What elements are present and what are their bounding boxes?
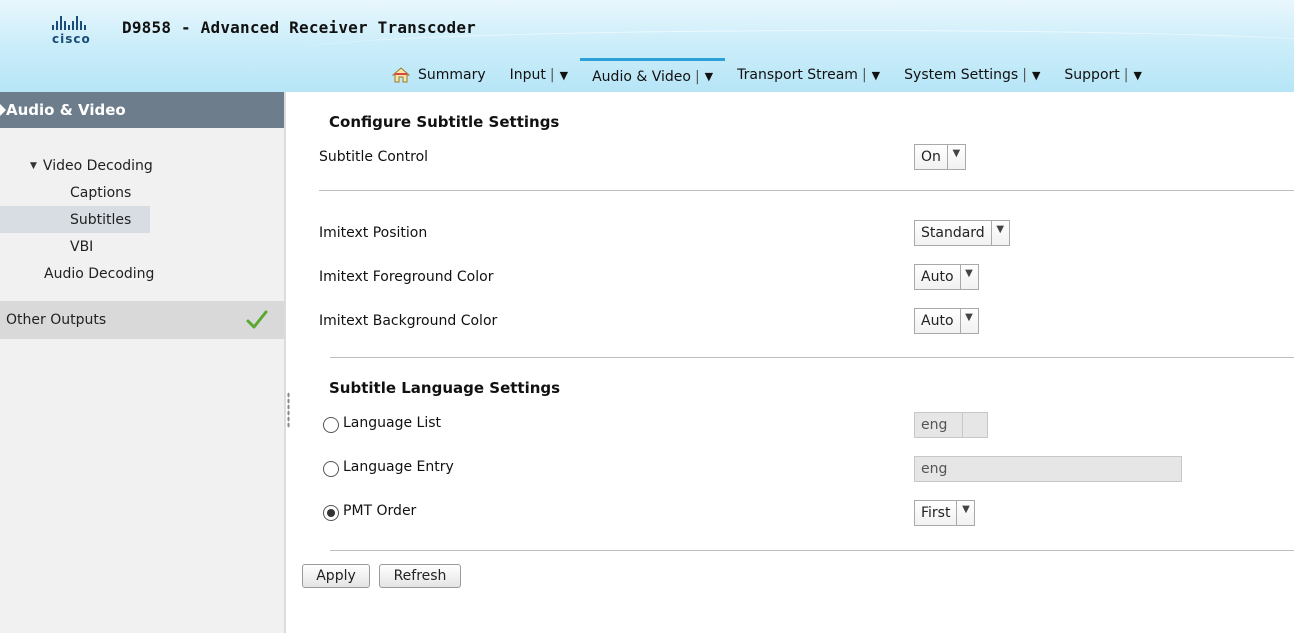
nav-transport-stream-label: Transport Stream [737, 67, 858, 83]
subtitle-language-heading: Subtitle Language Settings [329, 379, 561, 397]
check-icon [246, 310, 268, 329]
sidebar-item-subtitles[interactable]: Subtitles [0, 206, 150, 233]
pmt-order-value: First [921, 505, 951, 521]
chevron-down-icon: ▼ [959, 265, 978, 289]
cisco-logo-text: cisco [52, 32, 91, 46]
splitter-handle[interactable] [287, 392, 290, 428]
nav-summary-label: Summary [418, 67, 486, 83]
imitext-position-dropdown[interactable]: Standard ▼ [914, 220, 1010, 246]
language-list-radio[interactable] [323, 417, 339, 433]
language-list-select[interactable]: eng [914, 412, 988, 438]
nav-audio-video[interactable]: Audio & Video | ▼ [580, 58, 726, 92]
nav-separator: | [1022, 67, 1027, 83]
apply-button[interactable]: Apply [302, 564, 370, 588]
imitext-position-label: Imitext Position [319, 225, 428, 241]
chevron-down-icon: ▼ [1133, 68, 1142, 82]
imitext-background-value: Auto [921, 313, 954, 329]
section-divider [330, 550, 1294, 551]
main-nav: Summary Input | ▼ Audio & Video | ▼ Tran… [380, 58, 1154, 92]
chevron-down-icon: ▼ [704, 70, 714, 83]
imitext-position-value: Standard [921, 225, 985, 241]
chevron-down-icon: ▼ [1031, 68, 1041, 82]
sidebar-section-audio-video[interactable]: Audio & Video [0, 92, 284, 128]
pmt-order-label: PMT Order [343, 503, 417, 519]
cisco-logo: cisco [52, 14, 114, 50]
sidebar-item-label: Video Decoding [42, 157, 153, 174]
chevron-down-icon: ▼ [959, 309, 978, 333]
imitext-foreground-label: Imitext Foreground Color [319, 269, 494, 285]
sidebar-item-video-decoding[interactable]: ▼ Video Decoding [0, 152, 284, 179]
section-divider [319, 190, 1294, 191]
subtitle-control-label: Subtitle Control [319, 149, 429, 165]
sidebar-item-label: Subtitles [70, 211, 132, 228]
sidebar-item-vbi[interactable]: VBI [0, 233, 284, 260]
nav-separator: | [861, 67, 867, 83]
sidebar-item-other-outputs[interactable]: Other Outputs [0, 301, 284, 339]
sidebar: Audio & Video ▼ Video Decoding Captions … [0, 92, 286, 633]
language-list-value: eng [921, 413, 963, 437]
imitext-foreground-value: Auto [921, 269, 954, 285]
sidebar-tree: ▼ Video Decoding Captions Subtitles VBI … [0, 128, 284, 287]
language-list-label: Language List [343, 415, 442, 431]
sidebar-section-title: Audio & Video [6, 101, 126, 119]
nav-audio-video-label: Audio & Video [592, 68, 691, 85]
imitext-background-dropdown[interactable]: Auto ▼ [914, 308, 979, 334]
nav-separator: | [1123, 67, 1129, 83]
configure-subtitle-heading: Configure Subtitle Settings [329, 113, 560, 131]
header-bar: cisco D9858 - Advanced Receiver Transcod… [0, 0, 1294, 92]
pmt-order-radio[interactable] [323, 505, 339, 521]
nav-transport-stream[interactable]: Transport Stream | ▼ [725, 58, 892, 92]
nav-system-settings-label: System Settings [904, 67, 1019, 83]
sidebar-item-label: Other Outputs [6, 312, 107, 328]
chevron-down-icon: ▼ [990, 221, 1009, 245]
app-title: D9858 - Advanced Receiver Transcoder [122, 18, 476, 37]
nav-support-label: Support [1064, 67, 1120, 83]
nav-summary[interactable]: Summary [380, 58, 498, 92]
imitext-foreground-dropdown[interactable]: Auto ▼ [914, 264, 979, 290]
language-entry-radio[interactable] [323, 461, 339, 477]
home-icon [392, 67, 410, 83]
sidebar-item-label: Audio Decoding [44, 265, 155, 282]
nav-input[interactable]: Input | ▼ [498, 58, 580, 92]
nav-separator: | [694, 68, 700, 85]
nav-input-label: Input [509, 67, 546, 83]
expand-triangle-icon[interactable]: ▼ [30, 161, 37, 171]
sidebar-item-captions[interactable]: Captions [0, 179, 284, 206]
refresh-button[interactable]: Refresh [379, 564, 461, 588]
chevron-down-icon: ▼ [559, 68, 569, 82]
pmt-order-dropdown[interactable]: First ▼ [914, 500, 976, 526]
sidebar-item-label: VBI [70, 238, 94, 255]
language-entry-input[interactable]: eng [914, 456, 1182, 482]
subtitle-control-dropdown[interactable]: On ▼ [914, 144, 966, 170]
nav-support[interactable]: Support | ▼ [1052, 58, 1154, 92]
sidebar-item-audio-decoding[interactable]: Audio Decoding [0, 260, 284, 287]
language-entry-label: Language Entry [343, 459, 454, 475]
imitext-background-label: Imitext Background Color [319, 313, 498, 329]
cisco-logo-bars [52, 14, 114, 30]
nav-system-settings[interactable]: System Settings | ▼ [892, 58, 1052, 92]
chevron-down-icon: ▼ [946, 145, 965, 169]
sidebar-item-label: Captions [70, 184, 132, 201]
subtitle-control-value: On [921, 149, 941, 165]
chevron-down-icon: ▼ [871, 68, 881, 82]
main-content: Configure Subtitle Settings Subtitle Con… [300, 92, 1294, 633]
nav-separator: | [549, 67, 555, 83]
section-divider [330, 357, 1294, 358]
chevron-down-icon: ▼ [956, 501, 974, 525]
